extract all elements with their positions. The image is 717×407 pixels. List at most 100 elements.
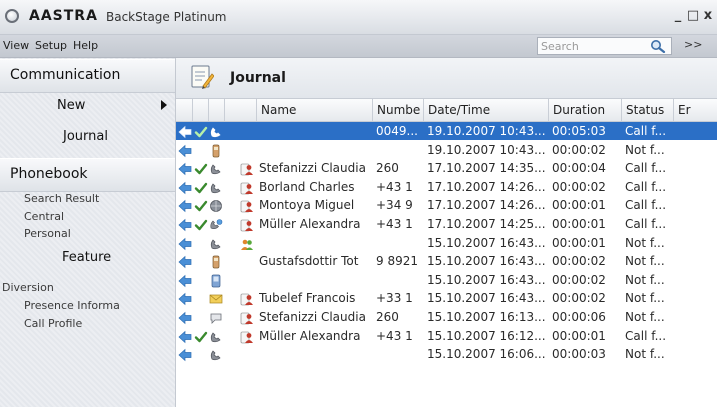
cell-number: 260 [376,310,399,324]
call-direction-icon [178,291,192,306]
cell-number: +43 1 [376,217,413,231]
cell-number: +43 1 [376,179,413,194]
cell-duration: 00:00:06 [552,310,606,324]
table-row[interactable]: Tubelef Francois +33 1 15.10.2007 16:43...… [176,289,717,307]
app-logo-icon [5,9,19,23]
cell-datetime: 15.10.2007 16:06... [427,347,546,362]
table-row[interactable]: 0049... 19.10.2007 10:43... 00:05:03 Call f… [176,122,717,140]
pda-icon [209,273,223,288]
cell-name: Stefanizzi Claudia [259,310,366,324]
mail-icon [209,291,223,305]
cell-name [259,141,371,159]
column-extra[interactable]: Er [673,99,717,121]
handset-icon [209,124,223,138]
handset-icon [209,161,223,175]
cell-duration: 00:00:02 [552,291,606,306]
answered-check-icon [194,161,208,175]
cell-datetime: 19.10.2007 10:43... [427,142,546,157]
answered-check-icon [194,198,208,212]
menu-view[interactable]: View [3,39,29,52]
column-contact[interactable] [224,99,256,121]
contact-icon [240,291,254,306]
answered-check-icon [194,329,208,343]
brand-logo: AASTRA [29,8,98,24]
mobile-icon [209,143,223,157]
cell-status: Call f... [625,124,667,138]
sidebar: Communication New Journal Phonebook Sear… [0,58,176,407]
column-datetime[interactable]: Date/Time [423,99,548,121]
cell-status: Call f... [625,179,667,194]
nav-item-central[interactable]: Central [24,210,64,223]
contact-icon [240,161,254,176]
close-button[interactable]: x [701,7,715,25]
contact-icon [240,236,254,250]
cell-status: Call f... [625,161,667,176]
column-name[interactable]: Name [256,99,372,121]
handset-icon [209,347,223,361]
contact-icon [240,198,254,213]
cell-name: Tubelef Francois [259,291,356,306]
column-type[interactable] [208,99,224,121]
category-communication[interactable]: Communication [0,59,175,93]
nav-item-journal[interactable]: Journal [63,129,108,144]
handset-icon [209,236,223,250]
call-direction-icon [178,236,192,250]
menu-setup[interactable]: Setup [35,39,67,52]
table-row[interactable]: Stefanizzi Claudia 260 15.10.2007 16:13...… [176,308,717,326]
cell-name [259,122,371,140]
nav-item-feature[interactable]: Feature [62,250,111,265]
cell-number: +43 1 [376,328,413,343]
cell-status: Not f... [625,347,665,362]
column-number[interactable]: Numbe [372,99,423,121]
chat-icon [209,310,223,324]
table-row[interactable]: Müller Alexandra +43 1 17.10.2007 14:25...… [176,215,717,233]
nav-item-presence[interactable]: Presence Informa [24,299,120,312]
nav-item-personal[interactable]: Personal [24,227,71,240]
nav-item-search-result[interactable]: Search Result [24,192,99,205]
nav-item-call-profile[interactable]: Call Profile [24,317,82,330]
table-row[interactable]: Borland Charles +43 1 17.10.2007 14:26... 0… [176,178,717,196]
table-row[interactable]: 15.10.2007 16:43... 00:00:01 Not f... [176,234,717,252]
call-direction-icon [178,254,192,269]
cell-name: Müller Alexandra [259,328,361,343]
table-row[interactable]: Müller Alexandra +43 1 15.10.2007 16:12...… [176,327,717,345]
cell-status: Not f... [625,310,665,324]
cell-datetime: 19.10.2007 10:43... [427,124,546,138]
cell-status: Not f... [625,254,665,269]
title-bar[interactable]: AASTRA BackStage Platinum _ □ x [0,0,717,35]
column-duration[interactable]: Duration [548,99,621,121]
cell-number: 9 8921 [376,254,418,269]
table-row[interactable]: 15.10.2007 16:06... 00:00:03 Not f... [176,345,717,363]
column-status[interactable]: Status [621,99,673,121]
call-direction-icon [178,198,192,213]
call-direction-icon [178,124,192,139]
cell-number: +33 1 [376,291,413,306]
minimize-button[interactable]: _ [671,7,685,25]
call-direction-icon [178,273,192,288]
cell-name: Montoya Miguel [259,198,355,213]
table-row[interactable]: Montoya Miguel +34 9 17.10.2007 14:26... 00… [176,196,717,214]
call-direction-icon [178,347,192,362]
cell-duration: 00:00:02 [552,254,606,269]
table-row[interactable]: 15.10.2007 16:43... 00:00:02 Not f... [176,271,717,289]
cell-number [376,234,422,252]
menu-help[interactable]: Help [73,39,98,52]
search-icon[interactable] [650,39,666,53]
nav-item-new[interactable]: New [57,98,85,113]
category-label: Phonebook [10,166,88,182]
table-row[interactable]: Stefanizzi Claudia 260 17.10.2007 14:35...… [176,159,717,177]
more-button[interactable]: >> [684,38,702,51]
category-phonebook[interactable]: Phonebook [0,158,175,192]
column-answered[interactable] [192,99,208,121]
cell-datetime: 17.10.2007 14:35... [427,161,546,176]
restore-button[interactable]: □ [686,7,700,25]
cell-name: Gustafsdottir Tot [259,254,359,269]
table-row[interactable]: Gustafsdottir Tot 9 8921 15.10.2007 16:43.… [176,252,717,270]
handset-icon [209,180,223,194]
nav-item-diversion[interactable]: Diversion [2,281,54,294]
table-row[interactable]: 19.10.2007 10:43... 00:00:02 Not f... [176,141,717,159]
column-direction[interactable] [176,99,192,121]
cell-datetime: 17.10.2007 14:26... [427,198,546,213]
search-input[interactable] [541,39,641,53]
cell-number: 260 [376,161,399,176]
